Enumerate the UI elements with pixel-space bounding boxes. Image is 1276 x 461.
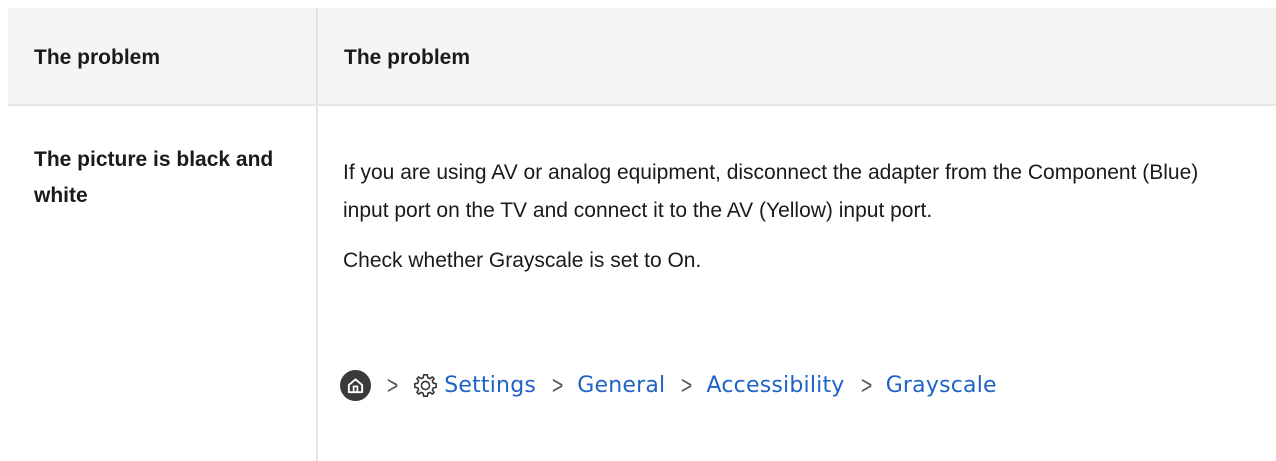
- solution-cell: If you are using AV or analog equipment,…: [343, 154, 1243, 280]
- chevron-right-icon: >: [681, 370, 693, 400]
- menu-path-general[interactable]: General: [577, 373, 665, 398]
- gear-icon: [412, 371, 440, 399]
- menu-path: > Settings > General > Accessibility > G…: [340, 365, 997, 405]
- column-header-solution: The problem: [344, 46, 471, 69]
- column-divider: [316, 8, 318, 461]
- table-header-row: The problem The problem: [8, 8, 1276, 106]
- menu-path-grayscale[interactable]: Grayscale: [886, 373, 997, 398]
- menu-path-accessibility[interactable]: Accessibility: [707, 373, 845, 398]
- chevron-right-icon: >: [551, 370, 564, 400]
- menu-path-settings[interactable]: Settings: [444, 373, 536, 398]
- chevron-right-icon: >: [860, 370, 872, 400]
- solution-paragraph: If you are using AV or analog equipment,…: [343, 161, 1199, 222]
- column-header-problem: The problem: [34, 46, 161, 69]
- chevron-right-icon: >: [386, 370, 399, 400]
- home-icon: [340, 369, 371, 401]
- problem-cell: The picture is black and white: [34, 148, 274, 207]
- solution-paragraph: Check whether Grayscale is set to On.: [343, 249, 702, 272]
